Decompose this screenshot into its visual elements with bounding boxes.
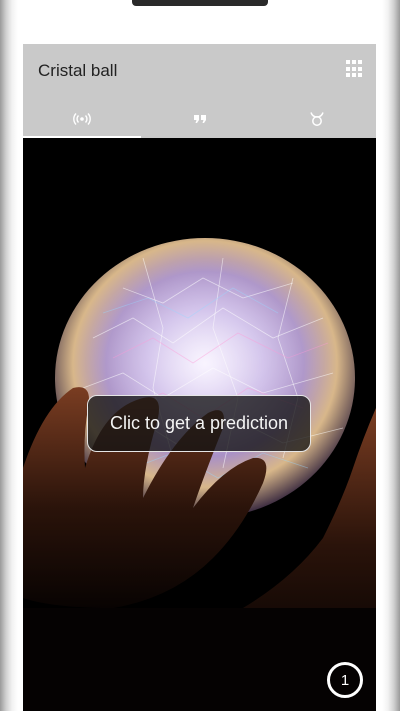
- app-title: Cristal ball: [38, 61, 118, 80]
- taurus-icon: [310, 112, 324, 126]
- app-bar: Cristal ball: [23, 44, 376, 138]
- prediction-counter-badge: 1: [327, 662, 363, 698]
- broadcast-icon: [72, 113, 91, 125]
- tab-broadcast[interactable]: [23, 100, 141, 138]
- quote-icon: [193, 115, 206, 123]
- phone-frame: Cristal ball Clic to get a prediction 1: [0, 0, 400, 711]
- phone-speaker: [132, 0, 268, 6]
- prediction-button[interactable]: Clic to get a prediction: [87, 395, 311, 452]
- tab-bar: [23, 100, 376, 138]
- app-screen: Cristal ball Clic to get a prediction 1: [23, 44, 376, 711]
- tab-quote[interactable]: [141, 100, 259, 138]
- tab-taurus[interactable]: [258, 100, 376, 138]
- grid-icon[interactable]: [346, 60, 364, 78]
